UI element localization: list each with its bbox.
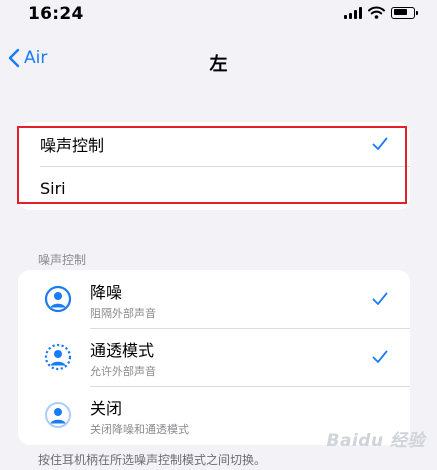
battery-icon — [391, 6, 418, 19]
noise-cancel-icon — [44, 285, 72, 313]
mode-title: 通透模式 — [90, 341, 155, 360]
status-icons — [344, 6, 418, 19]
wifi-icon — [368, 6, 385, 19]
checkmark-icon — [372, 350, 388, 363]
page-title: 左 — [209, 54, 228, 75]
highlight-annotation — [17, 126, 407, 204]
watermark: Baidu 经验 — [326, 431, 425, 451]
status-bar: 16:24 — [0, 0, 437, 30]
mode-subtitle: 阻隔外部声音 — [90, 307, 156, 320]
status-time: 16:24 — [28, 4, 84, 24]
mode-title: 关闭 — [90, 399, 123, 418]
transparency-icon — [44, 343, 72, 371]
mode-title: 降噪 — [90, 283, 123, 302]
nav-bar: Air 左 — [0, 40, 437, 84]
off-mode-icon — [45, 402, 71, 428]
checkmark-icon — [372, 292, 388, 305]
mode-subtitle: 关闭降噪和通透模式 — [90, 423, 189, 436]
mode-subtitle: 允许外部声音 — [90, 365, 156, 378]
section-header: 噪声控制 — [38, 253, 87, 267]
mode-noise-cancellation[interactable]: 降噪 阻隔外部声音 — [18, 270, 410, 328]
noise-control-modes-card: 降噪 阻隔外部声音 通透模式 允许外部声音 关闭 关闭降噪和通透模式 — [18, 270, 410, 445]
signal-icon — [344, 6, 362, 19]
footer-note: 按住耳机柄在所选噪声控制模式之间切换。 — [38, 453, 267, 467]
mode-transparency[interactable]: 通透模式 允许外部声音 — [18, 328, 410, 386]
